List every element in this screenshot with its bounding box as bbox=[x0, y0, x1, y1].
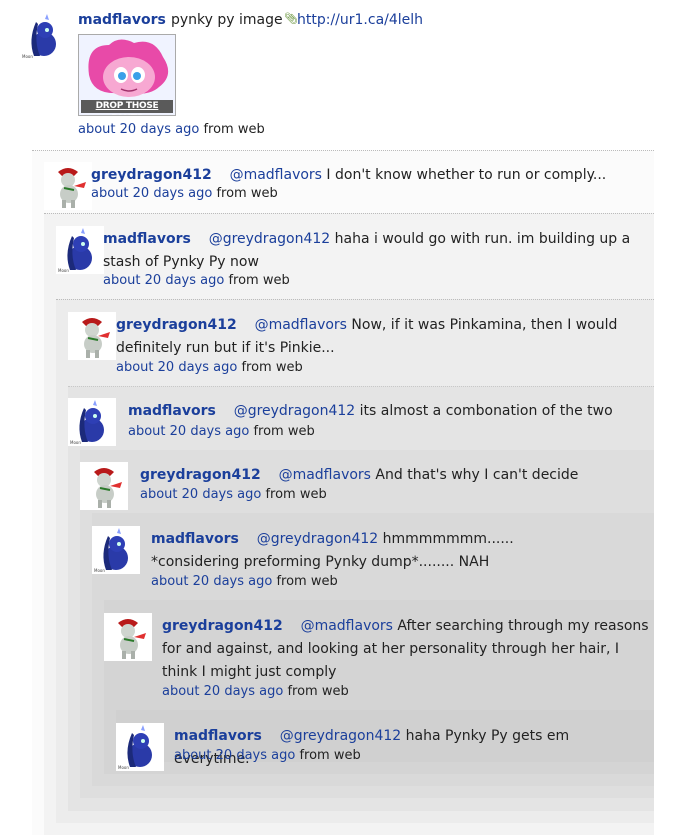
author-avatar[interactable] bbox=[68, 312, 116, 360]
notice-meta: about 20 days ago from web bbox=[78, 122, 265, 137]
author-avatar[interactable]: Moon bbox=[56, 226, 104, 274]
svg-text:Moon: Moon bbox=[70, 440, 81, 445]
reply-content: greydragon412 @madflavors After searchin… bbox=[162, 615, 650, 684]
reply-content: greydragon412 @madflavors Now, if it was… bbox=[116, 314, 636, 360]
author-name[interactable]: madflavors bbox=[103, 231, 191, 247]
reply-content: madflavors @greydragon412 its almost a c… bbox=[128, 400, 648, 423]
timestamp-link[interactable]: about 20 days ago bbox=[162, 684, 283, 699]
source-label: from web bbox=[265, 487, 327, 502]
timestamp-link[interactable]: about 20 days ago bbox=[140, 487, 261, 502]
reply-text: And that's why I can't decide bbox=[370, 467, 579, 483]
svg-text:Moon: Moon bbox=[118, 765, 129, 770]
timestamp-link[interactable]: about 20 days ago bbox=[91, 186, 212, 201]
timestamp-link[interactable]: about 20 days ago bbox=[128, 424, 249, 439]
author-avatar[interactable]: Moon bbox=[116, 723, 164, 771]
attachment-link[interactable]: http://ur1.ca/4lelh bbox=[297, 12, 423, 28]
author-avatar[interactable]: Moon bbox=[92, 526, 140, 574]
author-avatar[interactable]: Moon bbox=[20, 12, 68, 60]
author-name[interactable]: madflavors bbox=[151, 531, 239, 547]
source-label: from web bbox=[253, 424, 315, 439]
source-label: from web bbox=[241, 360, 303, 375]
author-avatar[interactable] bbox=[80, 462, 128, 510]
author-avatar[interactable] bbox=[104, 613, 152, 661]
mention-link[interactable]: @greydragon412 bbox=[209, 231, 331, 247]
notice-meta: about 20 days ago from web bbox=[151, 574, 338, 589]
source-label: from web bbox=[216, 186, 278, 201]
timestamp-link[interactable]: about 20 days ago bbox=[151, 574, 272, 589]
attachment-thumbnail[interactable]: DROP THOSE PANTS bbox=[78, 34, 176, 116]
reply-text: I don't know whether to run or comply... bbox=[321, 167, 607, 183]
timestamp-link[interactable]: about 20 days ago bbox=[103, 273, 224, 288]
timestamp-link[interactable]: about 20 days ago bbox=[116, 360, 237, 375]
author-avatar[interactable] bbox=[44, 162, 92, 210]
mention-link[interactable]: @madflavors bbox=[255, 317, 347, 333]
author-name[interactable]: greydragon412 bbox=[91, 167, 212, 183]
reply-content: greydragon412 @madflavors I don't know w… bbox=[91, 164, 651, 187]
reply-text: its almost a combonation of the two bbox=[355, 403, 613, 419]
paperclip-icon: 📎︎ bbox=[284, 12, 298, 25]
image-caption: DROP THOSE PANTS bbox=[81, 100, 173, 115]
author-name[interactable]: greydragon412 bbox=[116, 317, 237, 333]
svg-text:Moon: Moon bbox=[22, 54, 33, 59]
notice-meta: about 20 days ago from web bbox=[162, 684, 349, 699]
mention-link[interactable]: @madflavors bbox=[279, 467, 371, 483]
reply-content: greydragon412 @madflavors And that's why… bbox=[140, 464, 650, 487]
reply-content: madflavors @greydragon412 hmmmmmmm......… bbox=[151, 528, 601, 574]
notice-text: pynky py image bbox=[171, 12, 283, 28]
notice-meta: about 20 days ago from web bbox=[174, 748, 361, 763]
notice-meta: about 20 days ago from web bbox=[140, 487, 327, 502]
timestamp-link[interactable]: about 20 days ago bbox=[78, 122, 199, 137]
author-name[interactable]: madflavors bbox=[174, 728, 262, 744]
svg-text:Moon: Moon bbox=[94, 568, 105, 573]
author-name[interactable]: madflavors bbox=[78, 12, 166, 28]
notice-meta: about 20 days ago from web bbox=[103, 273, 290, 288]
mention-link[interactable]: @greydragon412 bbox=[234, 403, 356, 419]
source-label: from web bbox=[287, 684, 349, 699]
author-name[interactable]: greydragon412 bbox=[140, 467, 261, 483]
svg-text:Moon: Moon bbox=[58, 268, 69, 273]
source-label: from web bbox=[276, 574, 338, 589]
notice-meta: about 20 days ago from web bbox=[128, 424, 315, 439]
author-avatar[interactable]: Moon bbox=[68, 398, 116, 446]
notice-meta: about 20 days ago from web bbox=[116, 360, 303, 375]
author-name[interactable]: madflavors bbox=[128, 403, 216, 419]
mention-link[interactable]: @greydragon412 bbox=[257, 531, 379, 547]
mention-link[interactable]: @madflavors bbox=[230, 167, 322, 183]
notice-meta: about 20 days ago from web bbox=[91, 186, 278, 201]
mention-link[interactable]: @greydragon412 bbox=[280, 728, 402, 744]
reply-content: madflavors @greydragon412 haha i would g… bbox=[103, 228, 651, 274]
source-label: from web bbox=[203, 122, 265, 137]
mention-link[interactable]: @madflavors bbox=[301, 618, 393, 634]
source-label: from web bbox=[299, 748, 361, 763]
source-label: from web bbox=[228, 273, 290, 288]
timestamp-link[interactable]: about 20 days ago bbox=[174, 748, 295, 763]
author-name[interactable]: greydragon412 bbox=[162, 618, 283, 634]
